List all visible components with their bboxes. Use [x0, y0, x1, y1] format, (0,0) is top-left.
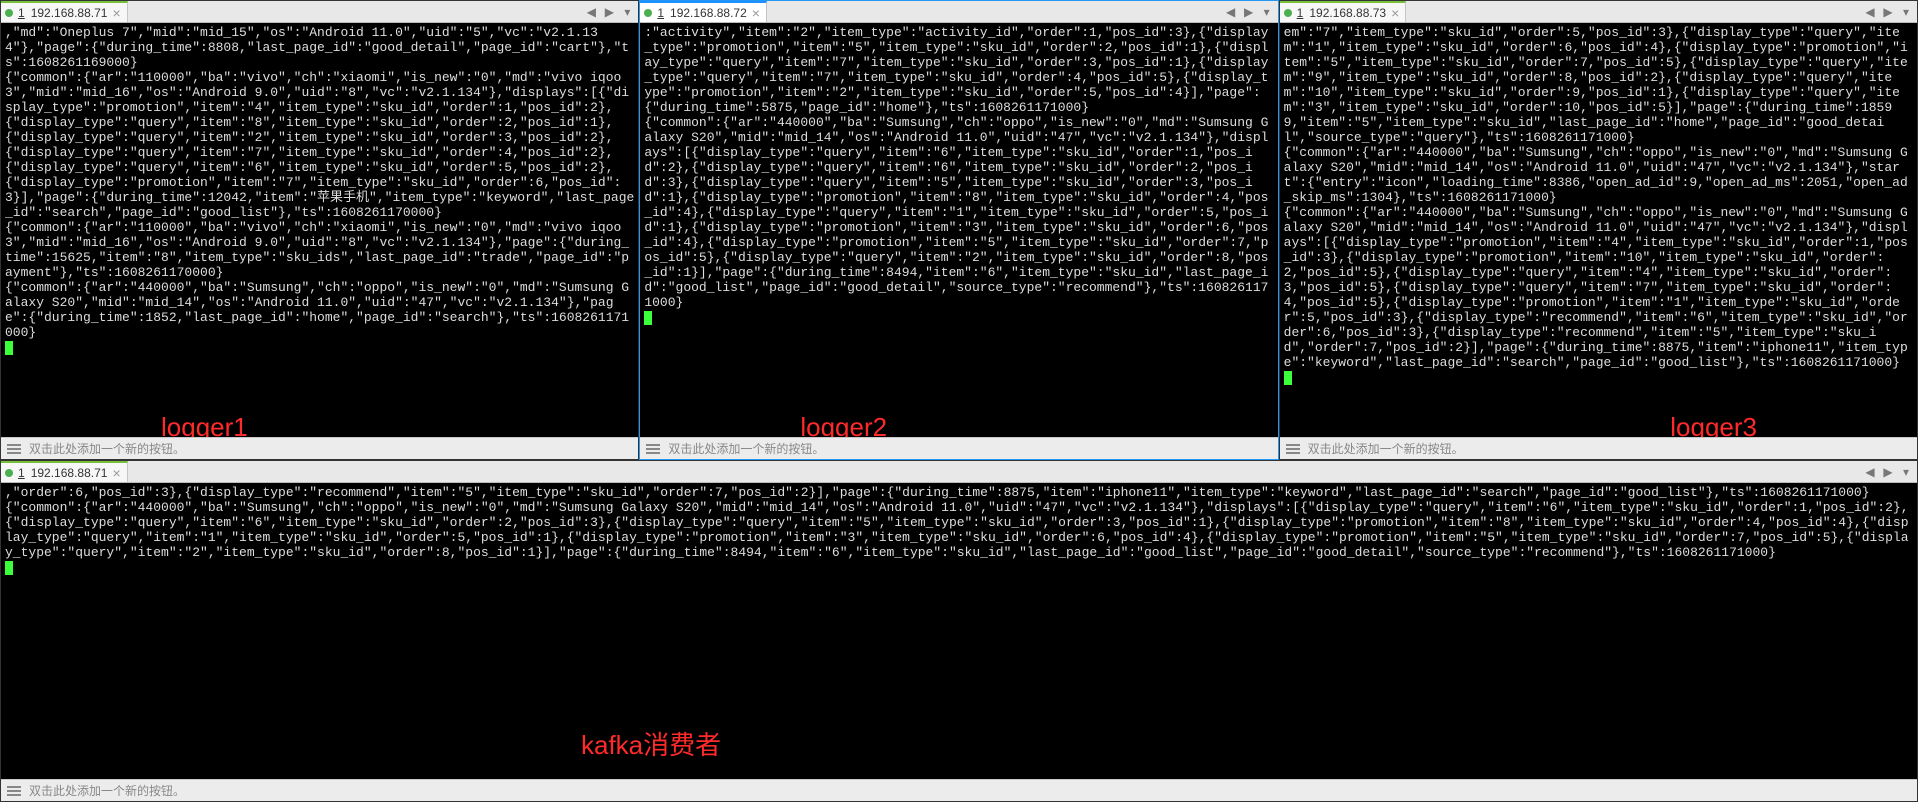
footer-bar[interactable]: 双击此处添加一个新的按钮。: [1, 437, 638, 459]
pane-label: logger2: [800, 420, 887, 435]
tab-index: 1: [18, 466, 25, 480]
tab-nav: ◀ ▶ ▾: [582, 1, 638, 22]
tab-menu-icon[interactable]: ▾: [1897, 5, 1915, 19]
pane-kafka-consumer: 1 192.168.88.71 × ◀ ▶ ▾ ,"order":6,"pos_…: [0, 460, 1918, 802]
next-tab-icon[interactable]: ▶: [1879, 465, 1897, 479]
terminal-text: em":"7","item_type":"sku_id","order":5,"…: [1284, 25, 1908, 370]
pane-logger3: 1 192.168.88.73 × ◀ ▶ ▾ em":"7","item_ty…: [1279, 0, 1918, 460]
tab-nav: ◀ ▶ ▾: [1222, 1, 1278, 22]
terminal-output[interactable]: :"activity","item":"2","item_type":"acti…: [640, 23, 1277, 437]
prev-tab-icon[interactable]: ◀: [1861, 5, 1879, 19]
hamburger-icon[interactable]: [7, 786, 21, 796]
prev-tab-icon[interactable]: ◀: [1861, 465, 1879, 479]
tab-menu-icon[interactable]: ▾: [1258, 5, 1276, 19]
terminal-text: :"activity","item":"2","item_type":"acti…: [644, 25, 1268, 310]
tabbar: 1 192.168.88.73 × ◀ ▶ ▾: [1280, 1, 1917, 23]
tab-host[interactable]: 1 192.168.88.71 ×: [1, 1, 128, 22]
tab-title: 192.168.88.71: [31, 466, 108, 480]
terminal-output[interactable]: ,"md":"Oneplus 7","mid":"mid_15","os":"A…: [1, 23, 638, 437]
close-icon[interactable]: ×: [112, 6, 120, 20]
tab-title: 192.168.88.71: [31, 6, 108, 20]
status-dot-icon: [1284, 9, 1292, 17]
tab-title: 192.168.88.72: [670, 6, 747, 20]
terminal-text: ,"md":"Oneplus 7","mid":"mid_15","os":"A…: [5, 25, 634, 340]
next-tab-icon[interactable]: ▶: [1879, 5, 1897, 19]
prev-tab-icon[interactable]: ◀: [582, 5, 600, 19]
next-tab-icon[interactable]: ▶: [600, 5, 618, 19]
terminal-output[interactable]: ,"order":6,"pos_id":3},{"display_type":"…: [1, 483, 1917, 779]
tabbar: 1 192.168.88.71 × ◀ ▶ ▾: [1, 1, 638, 23]
footer-hint: 双击此处添加一个新的按钮。: [29, 440, 185, 457]
next-tab-icon[interactable]: ▶: [1240, 5, 1258, 19]
tab-nav: ◀ ▶ ▾: [1861, 1, 1917, 22]
close-icon[interactable]: ×: [1391, 6, 1399, 20]
tab-index: 1: [18, 6, 25, 20]
cursor-icon: [5, 341, 13, 355]
hamburger-icon[interactable]: [646, 444, 660, 454]
close-icon[interactable]: ×: [112, 466, 120, 480]
tabbar: 1 192.168.88.72 × ◀ ▶ ▾: [640, 1, 1277, 23]
tabbar: 1 192.168.88.71 × ◀ ▶ ▾: [1, 461, 1917, 483]
cursor-icon: [5, 561, 13, 575]
hamburger-icon[interactable]: [7, 444, 21, 454]
tab-title: 192.168.88.73: [1309, 6, 1386, 20]
footer-hint: 双击此处添加一个新的按钮。: [1308, 440, 1464, 457]
cursor-icon: [644, 311, 652, 325]
footer-hint: 双击此处添加一个新的按钮。: [668, 440, 824, 457]
status-dot-icon: [5, 9, 13, 17]
pane-label: logger3: [1670, 420, 1757, 435]
prev-tab-icon[interactable]: ◀: [1222, 5, 1240, 19]
footer-bar[interactable]: 双击此处添加一个新的按钮。: [1, 779, 1917, 801]
tab-index: 1: [1297, 6, 1304, 20]
tab-host[interactable]: 1 192.168.88.71 ×: [1, 461, 128, 482]
pane-grid: 1 192.168.88.71 × ◀ ▶ ▾ ,"md":"Oneplus 7…: [0, 0, 1918, 802]
tab-menu-icon[interactable]: ▾: [1897, 465, 1915, 479]
footer-hint: 双击此处添加一个新的按钮。: [29, 782, 185, 799]
status-dot-icon: [644, 9, 652, 17]
terminal-output[interactable]: em":"7","item_type":"sku_id","order":5,"…: [1280, 23, 1917, 437]
hamburger-icon[interactable]: [1286, 444, 1300, 454]
tab-index: 1: [657, 6, 664, 20]
tab-menu-icon[interactable]: ▾: [618, 5, 636, 19]
tab-nav: ◀ ▶ ▾: [1861, 461, 1917, 482]
pane-logger2: 1 192.168.88.72 × ◀ ▶ ▾ :"activity","ite…: [639, 0, 1278, 460]
footer-bar[interactable]: 双击此处添加一个新的按钮。: [1280, 437, 1917, 459]
pane-logger1: 1 192.168.88.71 × ◀ ▶ ▾ ,"md":"Oneplus 7…: [0, 0, 639, 460]
tab-host[interactable]: 1 192.168.88.72 ×: [640, 1, 767, 22]
pane-label: logger1: [161, 420, 248, 435]
close-icon[interactable]: ×: [752, 6, 760, 20]
tab-host[interactable]: 1 192.168.88.73 ×: [1280, 1, 1407, 22]
pane-label: kafka消费者: [581, 738, 721, 753]
status-dot-icon: [5, 469, 13, 477]
cursor-icon: [1284, 371, 1292, 385]
terminal-text: ,"order":6,"pos_id":3},{"display_type":"…: [5, 485, 1909, 560]
footer-bar[interactable]: 双击此处添加一个新的按钮。: [640, 437, 1277, 459]
